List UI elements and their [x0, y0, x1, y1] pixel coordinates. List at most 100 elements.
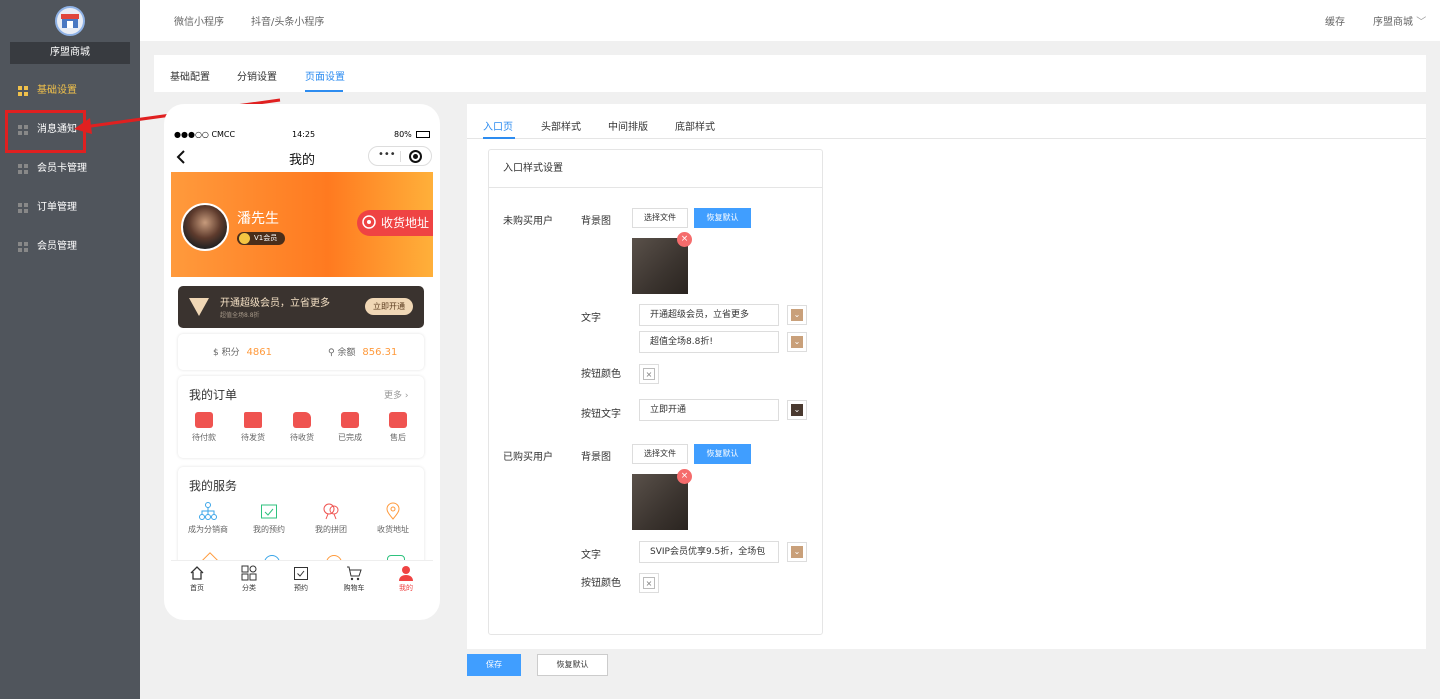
vip-promo-bar[interactable]: 开通超级会员，立省更多 超值全场8.8折 立即开通 [178, 286, 424, 328]
calendar-check-icon [261, 504, 277, 519]
member-level-badge: V1会员 [237, 232, 285, 245]
choose-file-button[interactable]: 选择文件 [632, 208, 688, 228]
button-text-input[interactable]: 立即开通 [639, 399, 779, 421]
nav-title: 我的 [289, 153, 316, 168]
orders-card: 我的订单 更多 › 待付款 待发货 待收货 已完成 售后 [178, 376, 424, 458]
order-after-sales[interactable]: 售后 [378, 412, 418, 443]
entry-style-panel: 入口样式设置 未购买用户 背景图 选择文件 恢复默认 × 文字 开通超级会员，立… [488, 149, 823, 635]
member-level-text: V1会员 [254, 234, 278, 242]
active-tab-underline [305, 90, 343, 92]
order-pending-shipment[interactable]: 待发货 [233, 412, 273, 443]
tabbar-mine[interactable]: 我的 [386, 565, 426, 593]
network-icon [199, 502, 217, 520]
balance-value: 856.31 [362, 347, 398, 358]
tab-wechat-miniprogram[interactable]: 微信小程序 [174, 13, 224, 28]
tabbar-booking[interactable]: 预约 [281, 565, 321, 593]
order-label: 待发货 [241, 433, 265, 442]
wallet-icon [195, 412, 213, 428]
tab-footer-style[interactable]: 底部样式 [675, 118, 715, 133]
cart-icon [347, 566, 362, 581]
tabbar-home[interactable]: 首页 [177, 565, 217, 593]
address-button-label: 收货地址 [381, 216, 430, 230]
button-color-swatch[interactable]: × [639, 573, 659, 593]
points-item[interactable]: $ 积分 4861 [213, 345, 272, 358]
tabbar-label: 购物车 [343, 584, 365, 592]
services-title: 我的服务 [189, 479, 238, 493]
text-input-sub[interactable]: 超值全场8.8折! [639, 331, 779, 353]
orders-more-link[interactable]: 更多 › [384, 388, 409, 401]
restore-default-button[interactable]: 恢复默认 [694, 444, 751, 464]
address-button[interactable]: 收货地址 [357, 210, 433, 236]
text-main-color-swatch[interactable]: ⌄ [787, 305, 807, 325]
status-carrier: ●●●○○ CMCC [174, 130, 236, 139]
text-sub-color-swatch[interactable]: ⌄ [787, 332, 807, 352]
text-input-main[interactable]: SVIP会员优享9.5折，全场包 [639, 541, 779, 563]
store-name: 序盟商城 [10, 42, 130, 64]
avatar [181, 203, 229, 251]
tab-douyin-miniprogram[interactable]: 抖音/头条小程序 [251, 13, 324, 28]
vip-open-button[interactable]: 立即开通 [365, 298, 413, 315]
cache-link[interactable]: 缓存 [1325, 13, 1345, 28]
service-my-booking[interactable]: 我的预约 [239, 502, 299, 535]
chevron-down-icon: ⌄ [791, 336, 803, 348]
sidebar-item-member-card[interactable]: 会员卡管理 [0, 158, 140, 180]
tab-page-settings[interactable]: 页面设置 [305, 68, 345, 83]
button-text-label: 按钮文字 [581, 409, 621, 420]
sidebar-item-basic-settings[interactable]: 基础设置 [0, 80, 140, 102]
text-main-color-swatch[interactable]: ⌄ [787, 542, 807, 562]
service-label: 我的拼团 [315, 525, 347, 534]
capsule-menu[interactable]: ••• [368, 146, 432, 166]
tab-entry-page[interactable]: 入口页 [483, 118, 513, 133]
bg-image-label: 背景图 [581, 452, 611, 463]
save-button[interactable]: 保存 [467, 654, 521, 676]
choose-file-button[interactable]: 选择文件 [632, 444, 688, 464]
points-value: 4861 [246, 347, 272, 358]
service-become-distributor[interactable]: 成为分销商 [178, 502, 238, 535]
vip-v-icon [189, 298, 209, 316]
back-arrow-icon[interactable] [176, 150, 186, 164]
service-label: 我的预约 [253, 525, 285, 534]
store-dropdown[interactable]: 序盟商城 ﹀ [1373, 13, 1426, 28]
button-text-color-swatch[interactable]: ⌄ [787, 400, 807, 420]
button-color-swatch[interactable]: × [639, 364, 659, 384]
restore-default-footer-button[interactable]: 恢复默认 [537, 654, 608, 676]
capsule-divider [400, 151, 401, 162]
settings-tabs: 基础配置 分销设置 页面设置 [154, 55, 1426, 92]
service-address[interactable]: 收货地址 [363, 502, 423, 535]
balance-item[interactable]: ⚲ 余额 856.31 [328, 345, 397, 358]
tabbar-label: 我的 [399, 584, 413, 592]
store-logo [55, 6, 85, 36]
home-icon [190, 566, 204, 580]
close-icon: × [643, 577, 655, 589]
tab-basic-config[interactable]: 基础配置 [170, 68, 210, 83]
delete-image-icon[interactable]: × [677, 469, 692, 484]
purchased-label: 已购买用户 [503, 452, 553, 463]
wallet-icon: ⚲ [328, 348, 335, 358]
points-label: 积分 [221, 348, 240, 358]
sidebar-item-label: 订单管理 [37, 202, 77, 213]
service-label: 成为分销商 [188, 525, 228, 534]
sidebar-item-orders[interactable]: 订单管理 [0, 197, 140, 219]
truck-icon [293, 412, 311, 428]
delete-image-icon[interactable]: × [677, 232, 692, 247]
refund-icon [389, 412, 407, 428]
order-pending-receipt[interactable]: 待收货 [282, 412, 322, 443]
chevron-down-icon: ⌄ [791, 546, 803, 558]
order-pending-payment[interactable]: 待付款 [184, 412, 224, 443]
tab-bar: 首页 分类 预约 购物车 我的 [171, 560, 433, 600]
tabbar-cart[interactable]: 购物车 [334, 565, 374, 593]
service-my-groupbuy[interactable]: 我的拼团 [301, 502, 361, 535]
order-completed[interactable]: 已完成 [330, 412, 370, 443]
tab-distribution[interactable]: 分销设置 [237, 68, 277, 83]
text-input-main[interactable]: 开通超级会员，立省更多 [639, 304, 779, 326]
sidebar-item-label: 会员卡管理 [37, 163, 87, 174]
sidebar-item-members[interactable]: 会员管理 [0, 236, 140, 258]
tab-middle-layout[interactable]: 中间排版 [608, 118, 648, 133]
tabbar-category[interactable]: 分类 [229, 565, 269, 593]
tab-header-style[interactable]: 头部样式 [541, 118, 581, 133]
status-battery: 80% [394, 130, 412, 139]
text-label: 文字 [581, 313, 601, 324]
restore-default-button[interactable]: 恢复默认 [694, 208, 751, 228]
battery-icon [416, 131, 430, 138]
vip-crown-icon [239, 233, 250, 244]
